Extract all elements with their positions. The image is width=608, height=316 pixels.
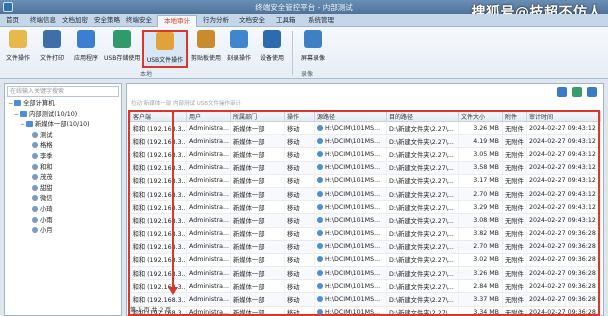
device-icon [263,30,281,48]
tree-expander-icon[interactable]: − [7,99,14,110]
ribbon-button-label: 文件操作 [5,55,30,62]
computer-icon [32,163,38,170]
computer-icon [32,195,38,202]
tree-expander-icon[interactable]: − [13,110,20,121]
camera-icon [304,30,322,48]
title-bar: 终端安全管控平台 - 内部测试 搜狐号@技超不仿人 [0,0,608,21]
computer-tree: − 全部计算机 − 内部测试(10/10) − 新媒体一部(10/10) 测试 格格 李季 和和茂… [7,99,119,237]
ribbon-button-label: USB文件操作 [146,57,184,64]
menu-item[interactable]: 行为分析 [197,15,235,27]
group-icon [20,110,27,117]
tree-node-label: 测试 [40,131,53,139]
export-icon[interactable] [587,87,597,97]
highlight-box [128,110,600,316]
ribbon-button-label: 刻录操作 [226,55,251,62]
annotation-arrow-shaft [172,111,174,287]
menu-bar: 首页 终端信息 文档加密 安全策略 终端安全 本地审计 行为分析 文档安全 工具箱 系统管理 [0,14,608,27]
computer-icon [32,142,38,149]
tree-node-label: 甜甜 [40,184,53,192]
ribbon-button[interactable]: 应用程序 [70,30,102,68]
ribbon-group-label-recording: 录像 [301,71,314,78]
tree-node[interactable]: − 全部计算机 [7,99,119,110]
tree-node[interactable]: 微信 [7,194,119,205]
ribbon-button-label: 设备使用 [259,55,284,62]
tree-node-label: 新媒体一部(10/10) [35,121,90,129]
ribbon-button[interactable]: 文件打印 [36,30,68,68]
group-icon [14,100,21,106]
tree-node-label: 格格 [40,142,53,150]
panel-toolbar [552,87,597,97]
computer-icon [32,184,38,191]
tree-search-input[interactable]: 在线输入关键字搜索 [7,86,119,97]
ribbon-button-label: 应用程序 [73,55,98,62]
menu-item[interactable]: 首页 [0,15,25,27]
tree-node-label: 小雨 [40,216,53,224]
group-by-hint: 拉动 新媒体一部 内部测试 USB文件操作审计 [131,101,242,107]
ribbon-group-divider [292,31,293,75]
computer-icon [32,152,38,159]
pagination[interactable]: 第 1 页 共 2 页 [130,305,171,314]
grid-view-icon[interactable] [557,87,567,97]
menu-item[interactable]: 终端安全 [120,15,158,27]
clipboard-icon [197,30,215,48]
ribbon-button[interactable]: 设备使用 [256,30,288,68]
tree-node[interactable]: 测试 [7,131,119,142]
tree-node[interactable]: 格格 [7,141,119,152]
department-tree-panel: 在线输入关键字搜索 − 全部计算机 − 内部测试(10/10) − 新媒体一部(10/10… [4,83,122,316]
group-icon [26,121,33,128]
ribbon-button[interactable]: 文件操作 [3,30,33,68]
file-folder-icon [9,30,27,48]
tree-node-label: 小琦 [40,205,53,213]
menu-item[interactable]: 系统管理 [302,15,340,27]
tree-node-label: 李季 [40,152,53,160]
tree-node[interactable]: − 内部测试(10/10) [7,110,119,121]
computer-icon [32,216,38,223]
tree-node[interactable]: 小月 [7,226,119,237]
tree-node-label: 微信 [40,195,53,203]
tree-node-label: 和和 [40,163,53,171]
tree-node-label: 茂茂 [40,174,53,182]
ribbon-button[interactable]: USB文件操作 [142,30,188,68]
menu-item[interactable]: 本地审计 [157,15,197,27]
menu-item[interactable]: 工具箱 [270,15,302,27]
tree-node-label: 小月 [40,227,53,235]
usb-file-icon [156,32,174,50]
usb-icon [113,30,131,48]
computer-icon [32,174,38,181]
printer-icon [43,30,61,48]
ribbon-button[interactable]: 剪贴板使用 [190,30,222,68]
ribbon-button-label: USB存储使用 [104,55,141,62]
ribbon-button-label: 文件打印 [39,55,64,62]
ribbon-button[interactable]: 刻录操作 [224,30,254,68]
tree-node[interactable]: 茂茂 [7,173,119,184]
tree-node[interactable]: − 新媒体一部(10/10) [7,120,119,131]
ribbon-toolbar: 本地 录像 文件操作 文件打印 应用程序 USB存储使用 USB文件操作 剪贴板使用 刻录操… [0,27,608,79]
tree-node[interactable]: 甜甜 [7,184,119,195]
computer-icon [32,131,38,138]
refresh-icon[interactable] [572,87,582,97]
tree-node[interactable]: 小琦 [7,205,119,216]
computer-icon [32,205,38,212]
tree-node[interactable]: 和和 [7,163,119,174]
ribbon-button[interactable]: USB存储使用 [104,30,140,68]
tree-node-label: 全部计算机 [23,100,55,107]
app-icon [77,30,95,48]
ribbon-button-label: 屏幕录像 [300,55,325,62]
menu-item[interactable]: 文档安全 [233,15,271,27]
ribbon-button-label: 剪贴板使用 [190,55,221,62]
audit-log-panel: 拉动 新媒体一部 内部测试 USB文件操作审计 客户端 用户 所属部门 操作 源路径 目的… [126,83,604,316]
annotation-arrow-head [168,287,178,295]
tree-node-label: 内部测试(10/10) [29,110,78,118]
disc-icon [230,30,248,48]
computer-icon [32,227,38,234]
tree-node[interactable]: 李季 [7,152,119,163]
tree-node[interactable]: 小雨 [7,216,119,227]
ribbon-button[interactable]: 屏幕录像 [298,30,328,68]
tree-expander-icon[interactable]: − [19,120,26,131]
ribbon-group-label-local: 本地 [140,71,153,78]
